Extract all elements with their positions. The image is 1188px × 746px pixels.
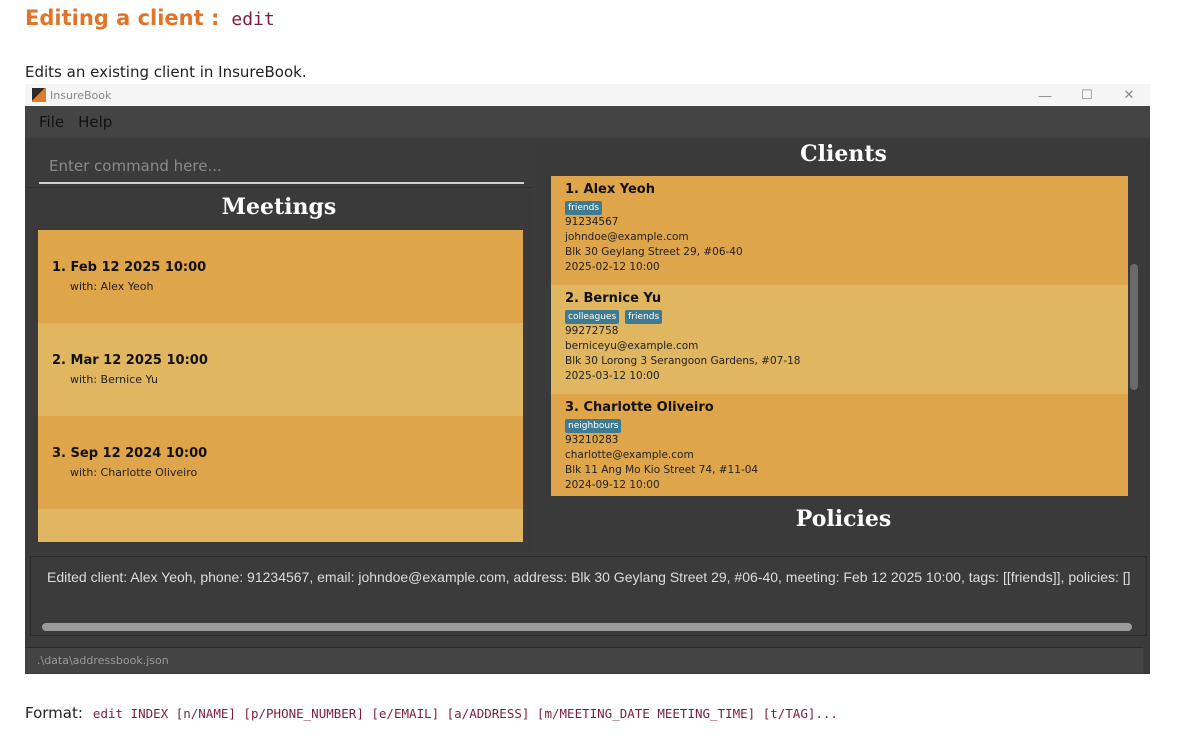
command-box [28,140,532,188]
client-tags: friends [565,201,1114,215]
client-email: charlotte@example.com [565,449,694,461]
minimize-button[interactable]: — [1024,84,1066,106]
status-file-path: .\data\addressbook.json [37,654,169,667]
meeting-title: 3. Sep 12 2024 10:00 [52,446,208,461]
meeting-card[interactable]: 1. Feb 12 2025 10:00 with: Alex Yeoh [38,230,523,323]
clients-scrollbar[interactable] [1130,264,1138,390]
tag-badge: neighbours [565,419,622,433]
client-card[interactable]: 3. Charlotte Oliveiro neighbours 9321028… [551,394,1128,496]
tag-badge: colleagues [565,310,620,324]
result-display: Edited client: Alex Yeoh, phone: 9123456… [30,556,1147,636]
client-meeting: 2025-03-12 10:00 [565,370,660,382]
menu-help[interactable]: Help [78,113,112,131]
meeting-card[interactable]: 2. Mar 12 2025 10:00 with: Bernice Yu [38,323,523,416]
client-address: Blk 30 Geylang Street 29, #06-40 [565,246,743,258]
client-name: 2. Bernice Yu [565,291,662,306]
client-address: Blk 30 Lorong 3 Serangoon Gardens, #07-1… [565,355,801,367]
client-phone: 93210283 [565,434,619,446]
format-line: Format: edit INDEX [n/NAME] [p/PHONE_NUM… [25,704,838,722]
format-code: edit INDEX [n/NAME] [p/PHONE_NUMBER] [e/… [92,706,838,721]
meeting-card[interactable]: 3. Sep 12 2024 10:00 with: Charlotte Oli… [38,416,523,509]
left-pane: Meetings 1. Feb 12 2025 10:00 with: Alex… [25,140,533,552]
menu-bar: File Help [25,106,1150,138]
result-text: Edited client: Alex Yeoh, phone: 9123456… [47,569,1131,585]
app-logo-icon [32,88,46,102]
meeting-with: with: Charlotte Oliveiro [70,466,198,479]
result-scrollbar[interactable] [42,623,1132,631]
right-pane: Clients 1. Alex Yeoh friends 91234567 jo… [537,140,1150,552]
meetings-heading: Meetings [221,194,337,220]
policies-heading: Policies [795,506,892,532]
maximize-button[interactable]: ☐ [1066,84,1108,106]
window-controls: — ☐ ✕ [1024,84,1150,106]
meeting-with: with: Bernice Yu [70,373,158,386]
close-button[interactable]: ✕ [1108,84,1150,106]
meeting-with: with: Alex Yeoh [70,280,154,293]
clients-heading: Clients [800,141,887,167]
client-tags: neighbours [565,419,1114,433]
client-name: 3. Charlotte Oliveiro [565,400,714,415]
tag-badge: friends [565,201,603,215]
client-meeting: 2025-02-12 10:00 [565,261,660,273]
doc-heading-code: edit [231,9,275,30]
status-bar-inner: .\data\addressbook.json [25,647,1143,673]
meeting-title: 1. Feb 12 2025 10:00 [52,260,207,275]
meetings-list[interactable]: 1. Feb 12 2025 10:00 with: Alex Yeoh 2. … [38,230,523,542]
clients-list[interactable]: 1. Alex Yeoh friends 91234567 johndoe@ex… [551,176,1128,496]
client-phone: 91234567 [565,216,619,228]
format-label: Format: [25,704,83,722]
client-card[interactable]: 1. Alex Yeoh friends 91234567 johndoe@ex… [551,176,1128,285]
doc-heading-text: Editing a client : [25,6,220,30]
title-bar: InsureBook — ☐ ✕ [25,84,1150,106]
doc-heading: Editing a client : edit [25,6,275,38]
client-name: 1. Alex Yeoh [565,182,655,197]
client-address: Blk 11 Ang Mo Kio Street 74, #11-04 [565,464,759,476]
client-tags: colleagues friends [565,310,1114,324]
meeting-card-partial[interactable] [38,509,523,542]
client-meeting: 2024-09-12 10:00 [565,479,660,491]
tag-badge: friends [625,310,663,324]
status-bar: .\data\addressbook.json [25,644,1150,674]
client-email: johndoe@example.com [565,231,689,243]
app-window: InsureBook — ☐ ✕ File Help Meetings 1. F… [25,84,1150,674]
client-card[interactable]: 2. Bernice Yu colleagues friends 9927275… [551,285,1128,394]
window-title: InsureBook [50,88,112,102]
command-input[interactable] [39,150,524,184]
client-email: berniceyu@example.com [565,340,699,352]
meeting-title: 2. Mar 12 2025 10:00 [52,353,208,368]
client-phone: 99272758 [565,325,619,337]
menu-file[interactable]: File [39,113,64,131]
doc-description: Edits an existing client in InsureBook. [25,63,307,81]
